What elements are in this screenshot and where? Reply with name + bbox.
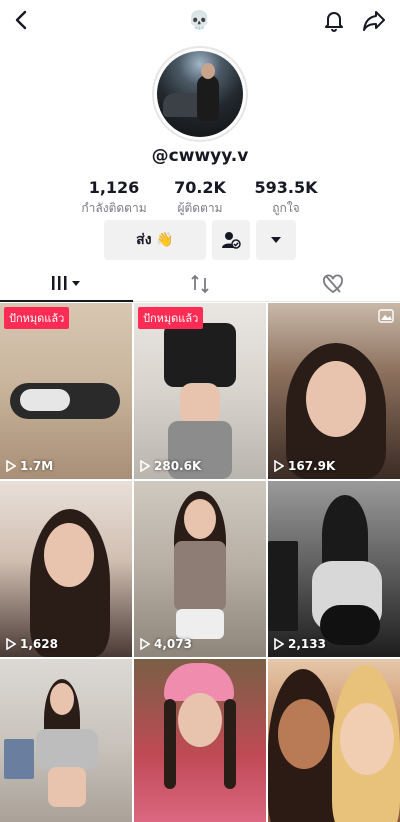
view-count: 280.6K [140,459,201,473]
stat-value: 1,126 [88,178,140,197]
tab-videos[interactable] [0,266,133,302]
video-thumbnail[interactable] [0,659,132,822]
figure-shape [184,499,216,539]
grid-bars-icon [51,276,80,290]
stat-label: ผู้ติดตาม [177,201,223,215]
figure-shape [4,739,34,779]
view-count: 4,073 [140,637,192,651]
thumbnail-image [134,303,266,479]
view-count: 1,628 [6,637,58,651]
figure-shape [48,767,86,807]
add-friend-button[interactable] [212,220,250,260]
avatar[interactable] [152,46,248,142]
figure-shape [268,541,298,631]
photo-icon [378,309,394,323]
video-thumbnail[interactable]: 4,073 [134,481,266,657]
thumbnail-image [134,481,266,657]
thumbnail-image [0,303,132,479]
repost-icon [190,274,209,294]
view-count: 1.7M [6,459,53,473]
figure-shape [164,699,176,789]
avatar-image [157,51,243,137]
play-icon [6,460,16,472]
video-grid: ปักหมุดแล้ว 1.7M ปักหมุดแล้ว 280.6K 167.… [0,303,400,822]
play-icon [274,460,284,472]
play-icon [274,638,284,650]
view-count-text: 167.9K [288,459,336,473]
stat-followers[interactable]: 70.2K ผู้ติดตาม [150,178,250,218]
figure-shape [178,693,222,747]
avatar-head-shape [201,63,215,79]
thumbnail-image [0,659,132,822]
figure-shape [36,729,98,769]
bell-icon[interactable] [320,6,348,34]
username: @cwwyy.v [151,146,249,166]
stat-label: กำลังติดตาม [81,201,147,215]
top-bar: 💀 [0,0,400,44]
view-count-text: 4,073 [154,637,192,651]
heart-hidden-icon [322,274,343,294]
figure-shape [320,605,380,645]
share-arrow-icon[interactable] [360,6,388,34]
profile-stats: 1,126 กำลังติดตาม 70.2K ผู้ติดตาม 593.5K… [0,178,400,218]
message-button[interactable]: ส่ง 👋 [104,220,206,260]
view-count-text: 2,133 [288,637,326,651]
profile-tabs [0,266,400,302]
thumbnail-image [268,303,400,479]
figure-shape [224,699,236,789]
view-count: 2,133 [274,637,326,651]
figure-shape [340,703,394,775]
play-icon [140,460,150,472]
chevron-left-icon[interactable] [8,6,36,34]
avatar-person-shape [197,75,219,121]
thumbnail-image [0,481,132,657]
play-icon [6,638,16,650]
video-thumbnail[interactable] [134,659,266,822]
video-thumbnail[interactable]: 167.9K [268,303,400,479]
thumbnail-image [268,659,400,822]
view-count-text: 1.7M [20,459,54,473]
figure-shape [180,383,220,423]
pinned-badge: ปักหมุดแล้ว [138,307,204,329]
stat-likes[interactable]: 593.5K ถูกใจ [236,178,336,218]
more-options-button[interactable] [256,220,296,260]
figure-shape [278,699,330,769]
tab-reposts[interactable] [133,266,266,302]
profile-actions: ส่ง 👋 [0,220,400,262]
pinned-badge: ปักหมุดแล้ว [4,307,70,329]
thumbnail-image [134,659,266,822]
figure-shape [164,323,236,387]
figure-shape [176,609,224,639]
tab-liked[interactable] [266,266,399,302]
stat-label: ถูกใจ [272,201,300,215]
video-thumbnail[interactable]: 2,133 [268,481,400,657]
caret-down-icon [271,237,281,243]
stat-value: 70.2K [174,178,226,197]
view-count-text: 280.6K [154,459,202,473]
stat-following[interactable]: 1,126 กำลังติดตาม [64,178,164,218]
person-check-icon [222,232,241,249]
figure-shape [44,523,94,587]
video-thumbnail[interactable]: ปักหมุดแล้ว 280.6K [134,303,266,479]
view-count-text: 1,628 [20,637,58,651]
figure-shape [174,541,226,611]
video-thumbnail[interactable]: ปักหมุดแล้ว 1.7M [0,303,132,479]
figure-shape [50,683,74,715]
view-count: 167.9K [274,459,335,473]
skull-emoji: 💀 [188,10,211,31]
figure-shape [306,361,366,437]
thumbnail-image [268,481,400,657]
figure-shape [20,389,70,411]
video-thumbnail[interactable]: 1,628 [0,481,132,657]
video-thumbnail[interactable] [268,659,400,822]
stat-value: 593.5K [254,178,318,197]
play-icon [140,638,150,650]
